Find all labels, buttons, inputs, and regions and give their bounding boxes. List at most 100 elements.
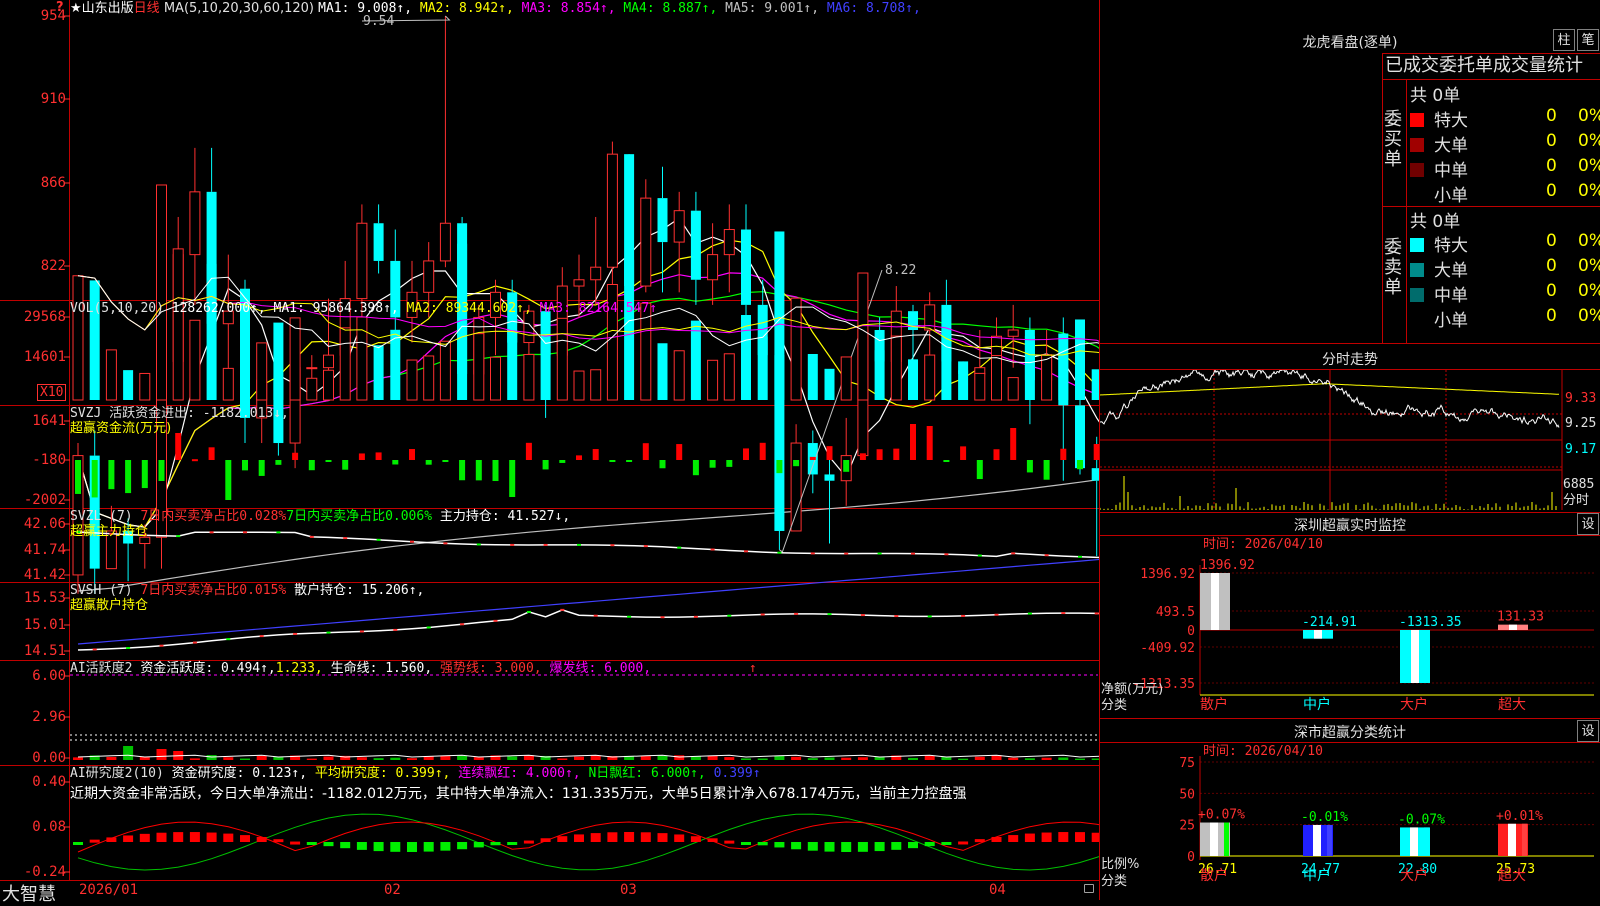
flow-bar-20	[409, 449, 415, 460]
volume-bar-52	[941, 333, 952, 400]
flow-bar-40	[743, 448, 749, 460]
cls-tick-0: 75	[1179, 756, 1195, 771]
volume-bar-41	[757, 336, 768, 400]
activity-bar-23	[457, 755, 468, 760]
activity-bar-20	[407, 758, 417, 760]
svzl-dot-38	[710, 548, 715, 551]
flow-bar-31	[592, 449, 599, 460]
volume-bar-20	[406, 359, 418, 401]
sz-class-settings-button[interactable]: 设	[1577, 720, 1599, 742]
flow-bar-41	[759, 442, 766, 460]
ma-value-6: MA6: 8.708↑,	[819, 1, 921, 16]
flow-bar-8	[208, 447, 215, 460]
svsh-dot-15	[326, 631, 331, 634]
star-icon: ★	[70, 1, 82, 16]
svsh-dot-19	[393, 628, 398, 631]
flow-bar-50	[910, 424, 916, 460]
activity-bar-41	[757, 758, 768, 760]
vol-tick-1: 14601	[23, 349, 66, 365]
flow-bar-47	[859, 453, 866, 460]
research-bar-45	[824, 842, 835, 852]
svsh-dot-57	[1027, 612, 1032, 615]
flow-bar-11	[258, 460, 265, 476]
cls-tick-2: 25	[1179, 819, 1195, 834]
lhb-title: 龙虎看盘(逐单)	[1302, 35, 1398, 51]
activity-bar-54	[974, 756, 985, 760]
research-bar-60	[1075, 832, 1085, 842]
activity-bar-11	[256, 755, 267, 760]
research-bar-21	[423, 842, 434, 852]
research-bar-1	[89, 839, 100, 843]
period-label[interactable]: 日线	[134, 1, 160, 16]
research-bar-35	[657, 833, 668, 842]
svzl-dot-6	[176, 535, 181, 538]
ai2-tick-0: 0.40	[32, 774, 66, 790]
main-chart-canvas[interactable]	[0, 0, 1100, 900]
candle-body-22	[439, 222, 451, 262]
svzl-dot-8	[209, 531, 214, 534]
sz-monitor-top-border	[1100, 512, 1600, 513]
flow-bar-56	[1010, 428, 1017, 460]
sz-class-chart[interactable]: 7550250+0.07%26.71散户-0.01%24.77中户-0.07%2…	[1100, 742, 1600, 902]
tick-mode-button[interactable]: 笔	[1577, 29, 1599, 51]
lock-icon[interactable]	[1084, 884, 1094, 893]
flow-bar-53	[960, 446, 967, 460]
sz-bar-2	[1400, 630, 1430, 683]
activity-bar-47	[857, 757, 868, 760]
sz-monitor-chart[interactable]: 1396.92 493.5 0 -409.92 -1313.35 1396.92 散户 -21…	[1100, 535, 1600, 715]
research-bar-41	[757, 842, 768, 846]
svsh-tick-0: 15.53	[23, 590, 66, 606]
flow-bar-46	[843, 460, 850, 472]
candle-body-32	[606, 153, 618, 268]
research-bar-30	[574, 834, 584, 842]
flow-bar-39	[726, 460, 733, 467]
vol-unit-badge: X10	[37, 384, 67, 401]
research-bar-11	[256, 837, 267, 842]
ma-value-5: MA5: 9.001↑,	[717, 1, 820, 16]
stock-name[interactable]: 山东出版	[82, 1, 134, 16]
candle-body-30	[573, 279, 585, 287]
lhb-sell-count-1: 0	[1546, 256, 1557, 276]
intraday-chart[interactable]	[1100, 370, 1600, 510]
activity-bar-31	[590, 755, 601, 760]
lhb-sell-swatch-0	[1410, 238, 1424, 252]
intraday-vol-label: 6885	[1563, 477, 1595, 492]
lhb-sell-pct-2: 0%	[1578, 281, 1600, 301]
sz-category-1: 中户	[1303, 696, 1331, 713]
ai1-tick-1: 2.96	[32, 709, 66, 725]
flow-bar-26	[509, 460, 516, 497]
svsh-dot-39	[727, 614, 732, 617]
flow-bar-13	[292, 452, 299, 460]
volume-bar-31	[590, 369, 602, 401]
candle-body-17	[356, 222, 368, 300]
volume-bar-8	[206, 263, 217, 400]
flow-bar-37	[692, 460, 699, 476]
research-bar-16	[340, 842, 351, 849]
svsh-dot-9	[226, 638, 231, 641]
sz-tick-1: 493.5	[1156, 605, 1195, 620]
flow-bar-25	[492, 460, 499, 482]
sz-monitor-settings-button[interactable]: 设	[1577, 513, 1599, 535]
svsh-dot-37	[693, 615, 698, 618]
brand-logo[interactable]: 大智慧	[2, 880, 56, 906]
activity-bar-51	[924, 755, 935, 760]
lhb-sell-swatch-3	[1410, 313, 1424, 327]
ai2-tick-2: -0.24	[23, 864, 66, 880]
research-bar-51	[924, 842, 935, 847]
flow-bar-5	[158, 460, 165, 481]
svzl-dot-50	[911, 552, 915, 555]
vol-tick-0: 29568	[23, 309, 66, 325]
lhb-buy-row-2: 中单 0 0%	[1410, 156, 1600, 181]
sz-tick-0: 1396.92	[1140, 567, 1195, 582]
flow-bar-3	[125, 460, 132, 494]
sz-monitor-ylabel: 净额(万元)	[1101, 682, 1164, 697]
bar-mode-button[interactable]: 柱	[1553, 29, 1575, 51]
svsh-dot-53	[961, 614, 966, 617]
research-bar-24	[473, 842, 484, 848]
flow-bar-0	[75, 460, 81, 494]
svzl-dot-60	[1078, 555, 1082, 558]
volume-bar-35	[657, 343, 668, 400]
cls-category-1: 中户	[1303, 867, 1331, 884]
volume-bar-16	[339, 327, 351, 401]
flow-bar-45	[826, 446, 833, 460]
